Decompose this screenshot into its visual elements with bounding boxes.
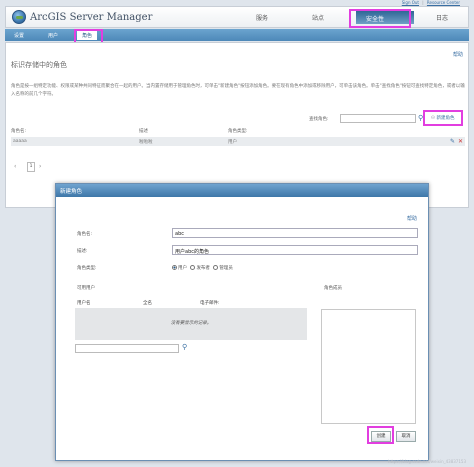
description-input[interactable]: 用户abc的角色 xyxy=(172,245,418,255)
find-role-input[interactable] xyxy=(340,114,416,123)
table-row[interactable]: aaaaa 啦啦啦 用户 ✎ ✕ xyxy=(11,137,465,146)
role-description-cell: 啦啦啦 xyxy=(139,140,153,145)
user-column-fullname: 全名 xyxy=(143,301,152,306)
pager-current-page[interactable]: 1 xyxy=(27,162,35,172)
arcgis-globe-logo xyxy=(12,10,26,24)
new-role-dialog: 新建角色 帮助 角色名: abc 描述: 用户abc的角色 角色类型: 用户 发… xyxy=(55,183,429,461)
subtab-users[interactable]: 用户 xyxy=(48,32,58,39)
user-search-icon[interactable]: ⚲ xyxy=(182,343,187,351)
user-column-username: 用户名 xyxy=(77,301,91,306)
edit-pencil-icon[interactable]: ✎ xyxy=(450,138,455,145)
available-users-label: 可用用户 xyxy=(77,286,95,291)
radio-admin-label: 管理员 xyxy=(219,266,233,271)
nav-tab-logs[interactable]: 日志 xyxy=(436,13,448,22)
page-title: 标识存储中的角色 xyxy=(11,61,67,69)
pager-next-icon[interactable]: › xyxy=(39,163,41,170)
description-label: 描述: xyxy=(77,249,88,254)
role-name-label: 角色名: xyxy=(77,232,93,237)
help-link[interactable]: 帮助 xyxy=(453,51,463,58)
user-search-input[interactable] xyxy=(75,344,179,353)
role-name-input[interactable]: abc xyxy=(172,228,418,238)
subtab-settings[interactable]: 设置 xyxy=(14,32,24,39)
dialog-help-link[interactable]: 帮助 xyxy=(407,215,417,222)
resource-center-link[interactable]: Resource Center xyxy=(427,0,460,5)
find-role-label: 查找角色: xyxy=(309,117,329,122)
radio-user-label: 用户 xyxy=(178,266,187,271)
cancel-button[interactable]: 取消 xyxy=(396,431,416,442)
role-type-cell: 用户 xyxy=(228,140,237,145)
radio-user[interactable] xyxy=(172,265,177,270)
pager-prev-icon[interactable]: ‹ xyxy=(14,163,16,170)
watermark-text: https://blog.csdn.net/weixin_43837153 xyxy=(387,459,466,464)
available-users-table[interactable]: 没有要显示的记录。 xyxy=(75,308,307,340)
role-members-label: 角色成员 xyxy=(324,286,342,291)
delete-x-icon[interactable]: ✕ xyxy=(458,138,463,145)
top-links-separator: | xyxy=(422,0,424,5)
nav-tab-site[interactable]: 站点 xyxy=(312,13,324,22)
no-users-message: 没有要显示的记录。 xyxy=(170,321,212,326)
app-title: ArcGIS Server Manager xyxy=(30,12,153,23)
nav-tab-services[interactable]: 服务 xyxy=(256,13,268,22)
column-header-role-name: 角色名: xyxy=(11,129,27,134)
role-name-cell: aaaaa xyxy=(13,139,27,144)
role-members-list[interactable] xyxy=(321,309,416,424)
dialog-title: 新建角色 xyxy=(56,184,428,197)
highlight-create-button xyxy=(367,426,394,444)
role-type-label: 角色类型: xyxy=(77,266,97,271)
radio-admin[interactable] xyxy=(213,265,219,270)
user-column-email: 电子邮件: xyxy=(200,301,220,306)
highlight-security-tab xyxy=(349,9,411,28)
radio-publisher[interactable] xyxy=(190,265,196,270)
role-type-radio-group: 用户 发布者 管理员 xyxy=(172,265,233,271)
radio-publisher-label: 发布者 xyxy=(196,266,210,271)
column-header-description: 描述 xyxy=(139,129,148,134)
sign-out-link[interactable]: Sign Out xyxy=(402,0,419,5)
column-header-role-type: 角色类型: xyxy=(228,129,248,134)
page-description: 角色是按一组特定功能、权限或某种共同特征而聚合在一起的用户。当内置存储用于管理角… xyxy=(11,84,465,97)
highlight-new-role-button xyxy=(423,110,463,126)
